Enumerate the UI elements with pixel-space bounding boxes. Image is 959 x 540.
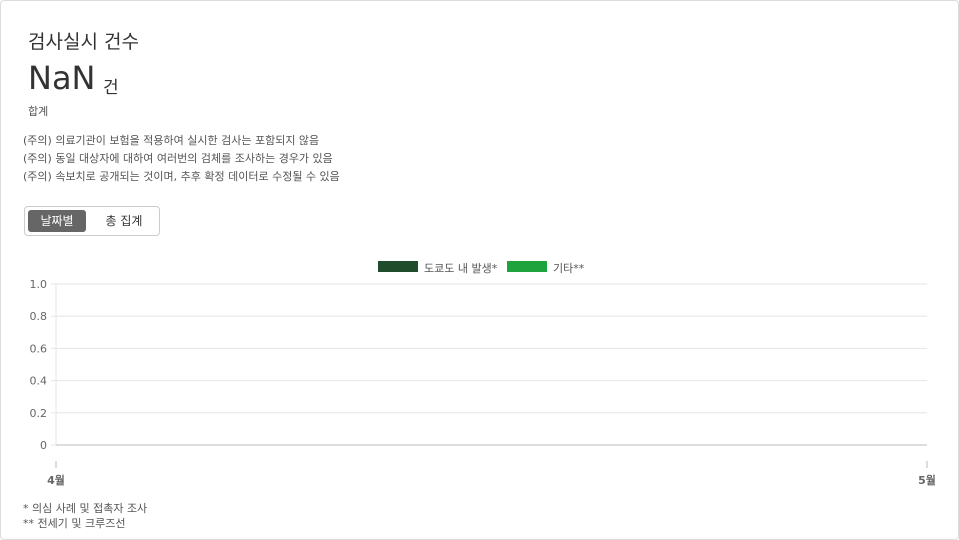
- subtotal-label: 합계: [28, 105, 49, 118]
- view-toggle: 날짜별 총 집계: [24, 206, 160, 236]
- x-tick-label: 4월: [47, 473, 65, 487]
- total-unit: 건: [103, 78, 119, 98]
- note-line: (주의) 의료기관이 보험을 적용하여 실시한 검사는 포함되지 않음: [23, 134, 320, 147]
- y-tick-label: 1.0: [30, 278, 48, 291]
- notes: (주의) 의료기관이 보험을 적용하여 실시한 검사는 포함되지 않음 (주의)…: [23, 132, 340, 186]
- tab-total[interactable]: 총 집계: [93, 210, 155, 232]
- bar-chart: 0 0.2 0.4 0.6 0.8 1.0 4월 5월: [30, 278, 936, 487]
- footnote-line: ** 전세기 및 크루즈선: [23, 517, 126, 530]
- y-tick-label: 0.2: [30, 407, 48, 420]
- y-tick-label: 0: [40, 439, 47, 452]
- footnotes: * 의심 사례 및 접촉자 조사 ** 전세기 및 크루즈선: [23, 501, 147, 531]
- card-title: 검사실시 건수: [28, 31, 139, 53]
- y-tick-label: 0.6: [30, 342, 48, 355]
- footnote-line: * 의심 사례 및 접촉자 조사: [23, 502, 148, 515]
- note-line: (주의) 속보치로 공개되는 것이며, 추후 확정 데이터로 수정될 수 있음: [23, 170, 340, 183]
- note-line: (주의) 동일 대상자에 대하여 여러번의 검체를 조사하는 경우가 있음: [23, 152, 333, 165]
- total-value: NaN: [28, 59, 96, 97]
- tab-daily[interactable]: 날짜별: [28, 210, 86, 232]
- y-tick-label: 0.4: [30, 375, 48, 388]
- x-tick-label: 5월: [918, 473, 936, 487]
- chart-card: 검사실시 건수 NaN 건 합계 (주의) 의료기관이 보험을 적용하여 실시한…: [0, 0, 959, 540]
- y-tick-label: 0.8: [30, 310, 48, 323]
